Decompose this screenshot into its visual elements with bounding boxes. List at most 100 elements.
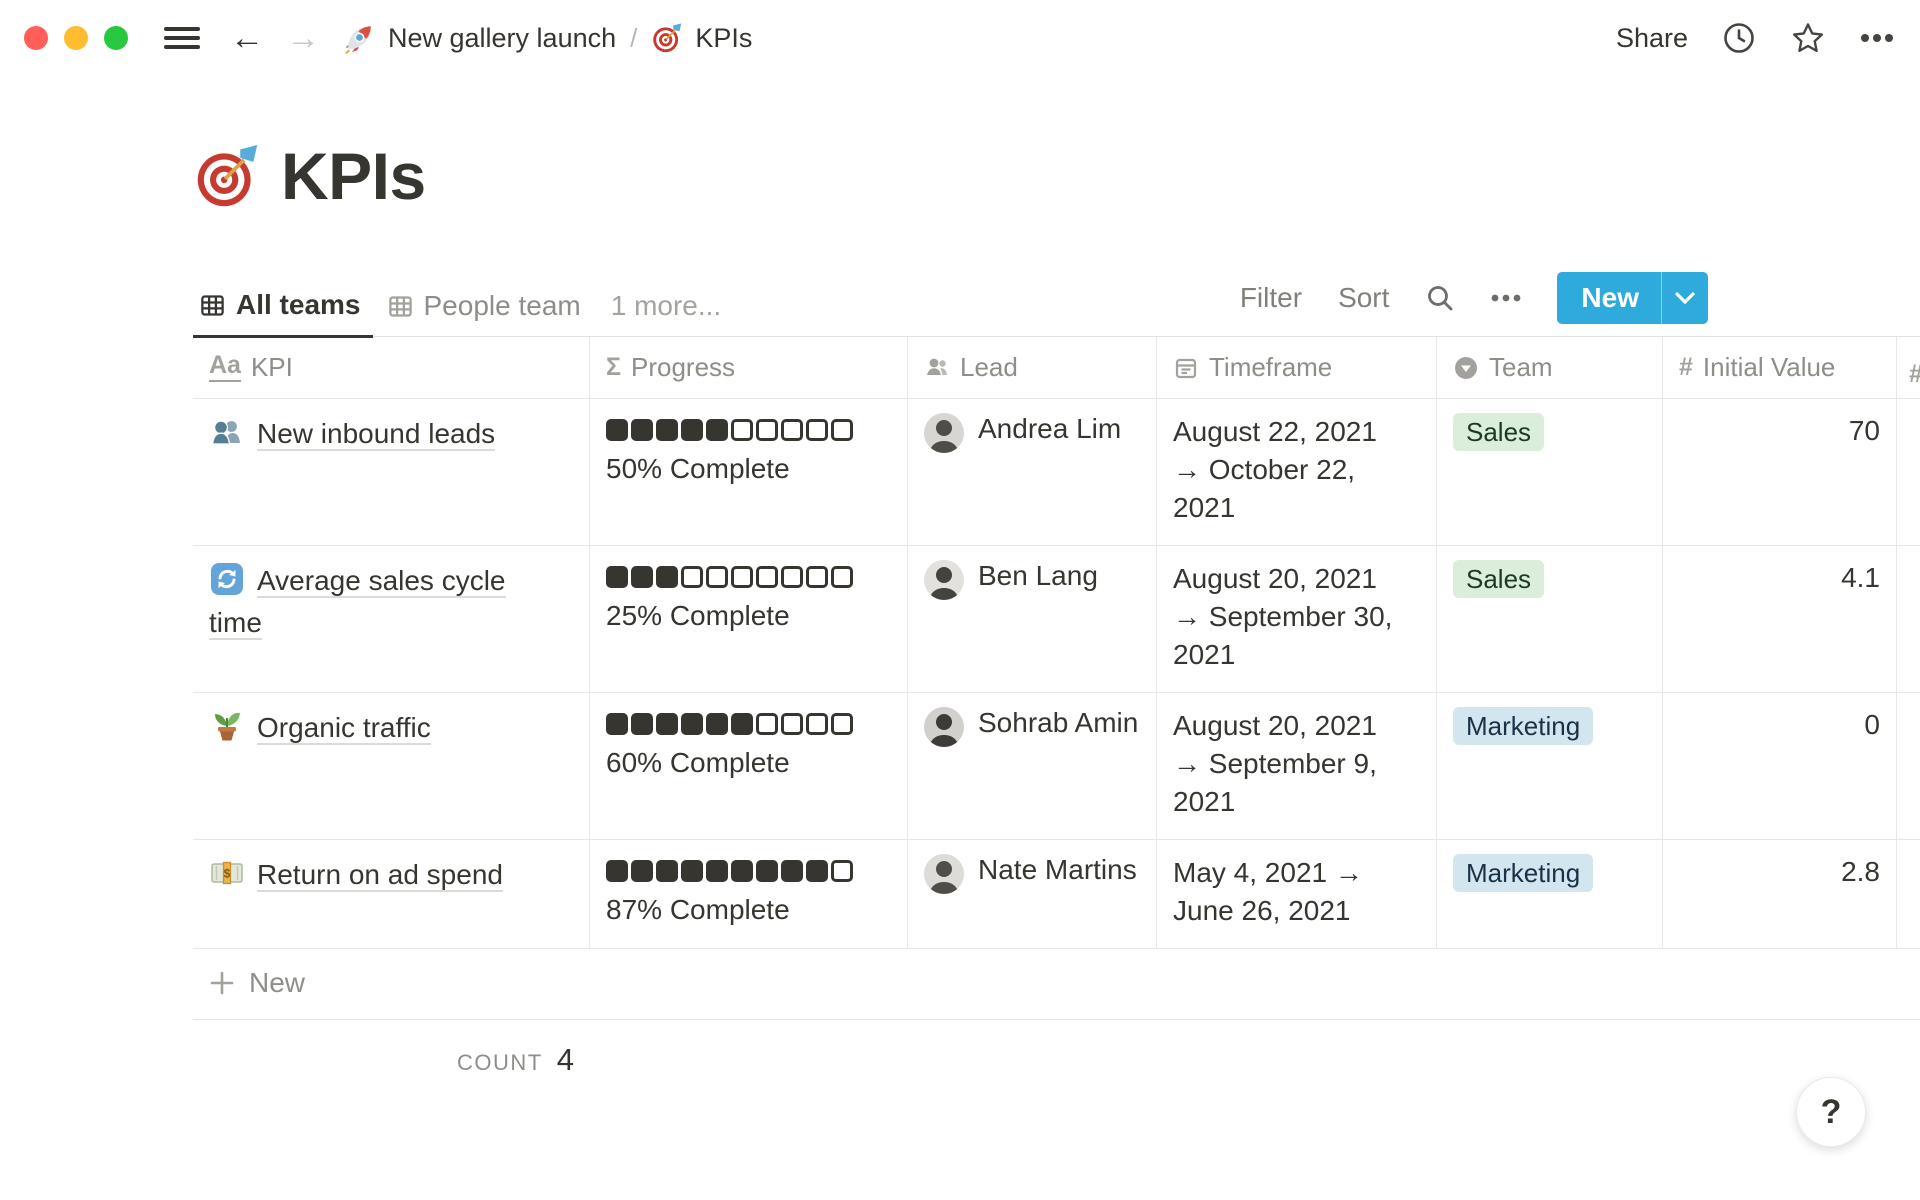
- timeframe-cell[interactable]: August 20, 2021 → September 9, 2021: [1157, 693, 1437, 840]
- column-header-progress[interactable]: Σ Progress: [590, 337, 908, 399]
- search-icon[interactable]: [1425, 283, 1455, 313]
- column-header-initial-value[interactable]: # Initial Value: [1663, 337, 1897, 399]
- column-header-timeframe[interactable]: Timeframe: [1157, 337, 1437, 399]
- table-row: $ Return on ad spend 87% Complete Nate M…: [193, 840, 1920, 949]
- number-property-icon: #: [1909, 360, 1920, 389]
- minimize-window-button[interactable]: [64, 26, 88, 50]
- table-row: Organic traffic 60% Complete Sohrab Amin…: [193, 693, 1920, 840]
- partial-cell[interactable]: [1897, 546, 1920, 693]
- favorite-star-icon[interactable]: [1790, 20, 1826, 56]
- lead-name: Ben Lang: [978, 560, 1098, 592]
- initial-value-cell[interactable]: 4.1: [1663, 546, 1897, 693]
- select-property-icon: [1453, 355, 1479, 381]
- kpi-page-link[interactable]: New inbound leads: [257, 418, 495, 451]
- kpi-page-link[interactable]: Organic traffic: [257, 712, 431, 745]
- initial-value-cell[interactable]: 70: [1663, 399, 1897, 546]
- title-property-icon: Aa: [209, 353, 241, 382]
- more-views-link[interactable]: 1 more...: [601, 280, 733, 336]
- progress-bar: [606, 566, 891, 588]
- progress-cell[interactable]: 25% Complete: [590, 546, 908, 693]
- share-button[interactable]: Share: [1616, 23, 1688, 54]
- team-tag[interactable]: Sales: [1453, 413, 1544, 451]
- team-cell[interactable]: Marketing: [1437, 840, 1663, 949]
- sidebar-menu-icon[interactable]: [164, 22, 200, 55]
- initial-value-cell[interactable]: 2.8: [1663, 840, 1897, 949]
- breadcrumb-separator: /: [630, 23, 637, 54]
- counterclockwise-arrows-emoji: [209, 561, 245, 597]
- breadcrumb-item-kpis[interactable]: KPIs: [651, 22, 752, 54]
- sort-button[interactable]: Sort: [1338, 282, 1389, 314]
- progress-bar: [606, 860, 891, 882]
- avatar: [924, 560, 964, 600]
- count-calc-label[interactable]: COUNT: [457, 1050, 543, 1076]
- progress-label: 50% Complete: [606, 453, 891, 485]
- progress-cell[interactable]: 50% Complete: [590, 399, 908, 546]
- progress-label: 25% Complete: [606, 600, 891, 632]
- team-cell[interactable]: Sales: [1437, 399, 1663, 546]
- kpi-page-link[interactable]: Return on ad spend: [257, 859, 503, 892]
- timeframe-cell[interactable]: August 20, 2021 → September 30, 2021: [1157, 546, 1437, 693]
- view-options-icon[interactable]: [1491, 294, 1521, 302]
- help-button[interactable]: ?: [1796, 1077, 1866, 1147]
- column-header-lead[interactable]: Lead: [908, 337, 1157, 399]
- team-cell[interactable]: Sales: [1437, 546, 1663, 693]
- dollar-banknote-emoji: $: [209, 855, 245, 891]
- team-tag[interactable]: Marketing: [1453, 854, 1593, 892]
- timeframe-cell[interactable]: May 4, 2021 → June 26, 2021: [1157, 840, 1437, 949]
- lead-cell[interactable]: Nate Martins: [908, 840, 1157, 949]
- partial-cell[interactable]: [1897, 693, 1920, 840]
- lead-cell[interactable]: Sohrab Amin: [908, 693, 1157, 840]
- breadcrumb-label: New gallery launch: [388, 23, 616, 54]
- page-title-text: KPIs: [281, 138, 426, 214]
- window-titlebar: ← → New gallery launch /: [0, 0, 1920, 76]
- formula-property-icon: Σ: [606, 353, 621, 382]
- svg-text:$: $: [224, 867, 231, 881]
- table-row: New inbound leads 50% Complete Andrea Li…: [193, 399, 1920, 546]
- back-arrow-icon[interactable]: ←: [230, 21, 264, 55]
- lead-name: Sohrab Amin: [978, 707, 1138, 739]
- team-tag[interactable]: Marketing: [1453, 707, 1593, 745]
- tab-all-teams[interactable]: All teams: [193, 279, 373, 338]
- column-header-kpi[interactable]: Aa KPI: [193, 337, 590, 399]
- add-row-button[interactable]: New: [193, 949, 1920, 1020]
- lead-cell[interactable]: Andrea Lim: [908, 399, 1157, 546]
- more-options-icon[interactable]: [1860, 33, 1894, 43]
- column-header-team[interactable]: Team: [1437, 337, 1663, 399]
- chevron-down-icon[interactable]: [1662, 272, 1708, 324]
- filter-button[interactable]: Filter: [1240, 282, 1302, 314]
- close-window-button[interactable]: [24, 26, 48, 50]
- progress-label: 87% Complete: [606, 894, 891, 926]
- number-property-icon: #: [1679, 353, 1693, 382]
- progress-cell[interactable]: 60% Complete: [590, 693, 908, 840]
- partial-cell[interactable]: [1897, 399, 1920, 546]
- plus-icon: [209, 970, 235, 996]
- breadcrumb-item-gallery[interactable]: New gallery launch: [342, 21, 616, 55]
- kpi-title-cell[interactable]: New inbound leads: [193, 399, 590, 546]
- potted-plant-emoji: [209, 708, 245, 744]
- team-tag[interactable]: Sales: [1453, 560, 1544, 598]
- kpi-title-cell[interactable]: Organic traffic: [193, 693, 590, 840]
- clock-history-icon[interactable]: [1722, 21, 1756, 55]
- lead-cell[interactable]: Ben Lang: [908, 546, 1157, 693]
- progress-label: 60% Complete: [606, 747, 891, 779]
- table-row: Average sales cycle time 25% Complete Be…: [193, 546, 1920, 693]
- partial-cell[interactable]: [1897, 840, 1920, 949]
- column-header-partial[interactable]: #: [1897, 337, 1920, 399]
- new-button[interactable]: New: [1557, 272, 1708, 324]
- initial-value-cell[interactable]: 0: [1663, 693, 1897, 840]
- avatar: [924, 413, 964, 453]
- zoom-window-button[interactable]: [104, 26, 128, 50]
- lead-name: Nate Martins: [978, 854, 1137, 886]
- kpi-title-cell[interactable]: $ Return on ad spend: [193, 840, 590, 949]
- progress-cell[interactable]: 87% Complete: [590, 840, 908, 949]
- kpi-title-cell[interactable]: Average sales cycle time: [193, 546, 590, 693]
- timeframe-cell[interactable]: August 22, 2021 → October 22, 2021: [1157, 399, 1437, 546]
- team-cell[interactable]: Marketing: [1437, 693, 1663, 840]
- tab-people-team[interactable]: People team: [381, 280, 593, 336]
- kpi-page-link[interactable]: Average sales cycle time: [209, 565, 506, 640]
- view-tabs-bar: All teams People team 1 more... Filter S…: [193, 272, 1920, 337]
- new-button-label: New: [1557, 272, 1661, 324]
- kpi-table: Aa KPI Σ Progress Lead: [193, 337, 1920, 949]
- tab-label: People team: [424, 290, 581, 322]
- forward-arrow-icon[interactable]: →: [286, 21, 320, 55]
